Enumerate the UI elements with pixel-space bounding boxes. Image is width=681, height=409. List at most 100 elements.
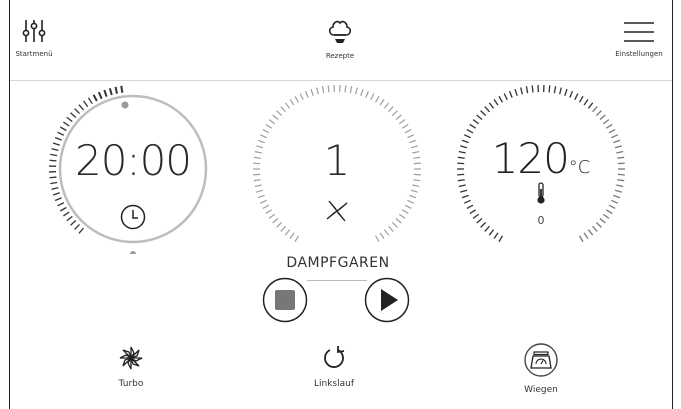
tick-mark (383, 102, 390, 109)
tick-mark (466, 204, 474, 210)
stop-button[interactable] (262, 277, 308, 323)
tick-mark (514, 88, 518, 96)
tick-mark (407, 199, 414, 204)
rezepte-label: Rezepte (325, 52, 355, 60)
tick-mark (484, 225, 490, 232)
tick-mark (262, 204, 270, 209)
tick-mark (262, 129, 270, 134)
tick-mark (469, 209, 477, 215)
tick-mark (592, 225, 598, 232)
tick-mark (410, 189, 418, 193)
temperature-dial[interactable]: 120°C 0 (456, 84, 626, 254)
tick-mark (268, 119, 276, 125)
tick-mark (284, 102, 291, 109)
tick-mark (583, 98, 589, 106)
tick-mark (493, 232, 499, 240)
tick-mark (257, 194, 265, 199)
tick-mark (508, 90, 513, 98)
timer-handle-bottom[interactable] (130, 251, 136, 254)
timer-handle-top[interactable] (121, 101, 129, 109)
tick-mark (409, 194, 417, 199)
chef-hat-icon (328, 20, 352, 43)
tick-mark (59, 126, 67, 132)
tick-mark (280, 106, 286, 113)
tick-mark (592, 106, 598, 113)
tick-mark (66, 116, 73, 123)
tick-mark (611, 199, 619, 204)
thermometer-icon (537, 182, 545, 204)
tick-mark (498, 235, 504, 243)
temperature-sub-value: 0 (537, 214, 545, 227)
tick-mark (602, 119, 610, 125)
tick-mark (558, 87, 562, 95)
tick-mark (97, 91, 103, 100)
tick-mark (276, 222, 283, 228)
tick-mark (587, 102, 594, 109)
tick-mark (498, 95, 504, 103)
tick-mark (52, 192, 60, 196)
tick-mark (395, 114, 402, 120)
rezepte-button[interactable]: Rezepte (310, 18, 370, 60)
tick-mark (548, 85, 551, 93)
tick-mark (614, 189, 622, 193)
tick-mark (256, 189, 264, 193)
tick-mark (374, 235, 380, 243)
tick-mark (365, 90, 370, 98)
tick-mark (103, 89, 108, 97)
tick-mark (260, 199, 267, 204)
tick-mark (401, 209, 409, 215)
turbo-button[interactable]: Turbo (86, 345, 176, 389)
startmenu-label: Startmenü (15, 50, 53, 58)
timer-dial[interactable]: 20:00 (48, 84, 218, 254)
temperature-value: 120 (491, 134, 570, 183)
startmenu-button[interactable]: Startmenü (8, 18, 60, 58)
tick-mark (388, 106, 394, 113)
tick-mark (404, 129, 412, 134)
einstellungen-label: Einstellungen (615, 50, 663, 58)
tick-mark (458, 184, 466, 188)
tick-mark (520, 87, 524, 95)
tick-mark (74, 223, 80, 230)
tick-mark (74, 108, 80, 115)
tick-mark (460, 189, 468, 193)
tick-mark (383, 229, 390, 236)
tick-mark (294, 235, 300, 243)
tick-mark (488, 102, 495, 109)
linkslauf-button[interactable]: Linkslauf (289, 345, 379, 389)
tick-mark (355, 87, 358, 95)
program-label: DAMPFGAREN (286, 255, 390, 271)
tick-mark (469, 123, 477, 129)
wiegen-label: Wiegen (524, 385, 558, 395)
tick-mark (70, 220, 77, 226)
tick-mark (62, 121, 70, 127)
tick-mark (476, 114, 483, 121)
reverse-rotation-icon (324, 346, 345, 368)
play-button[interactable] (364, 277, 410, 323)
linkslauf-label: Linkslauf (313, 379, 354, 389)
tick-mark (525, 86, 529, 94)
tick-mark (108, 87, 113, 96)
tick-mark (493, 98, 499, 106)
tick-mark (605, 123, 613, 129)
tick-mark (280, 225, 286, 232)
tick-mark (360, 88, 364, 96)
wiegen-button[interactable]: Wiegen (496, 343, 586, 395)
tick-mark (114, 86, 118, 94)
tick-mark (78, 227, 85, 234)
tick-mark (398, 213, 406, 219)
tick-mark (289, 232, 295, 239)
clock-icon (120, 204, 146, 230)
speed-dial[interactable]: 1 (252, 84, 422, 254)
program-underline (307, 280, 367, 281)
tick-mark (569, 90, 574, 98)
tick-mark (391, 222, 398, 228)
tick-mark (613, 194, 621, 199)
tick-mark (54, 197, 62, 202)
tick-mark (412, 184, 420, 188)
tick-mark (583, 232, 589, 240)
tick-mark (608, 204, 616, 210)
blade-icon (326, 200, 348, 222)
einstellungen-button[interactable]: Einstellungen (606, 18, 672, 58)
turbo-icon (119, 346, 143, 370)
tick-mark (265, 209, 273, 215)
